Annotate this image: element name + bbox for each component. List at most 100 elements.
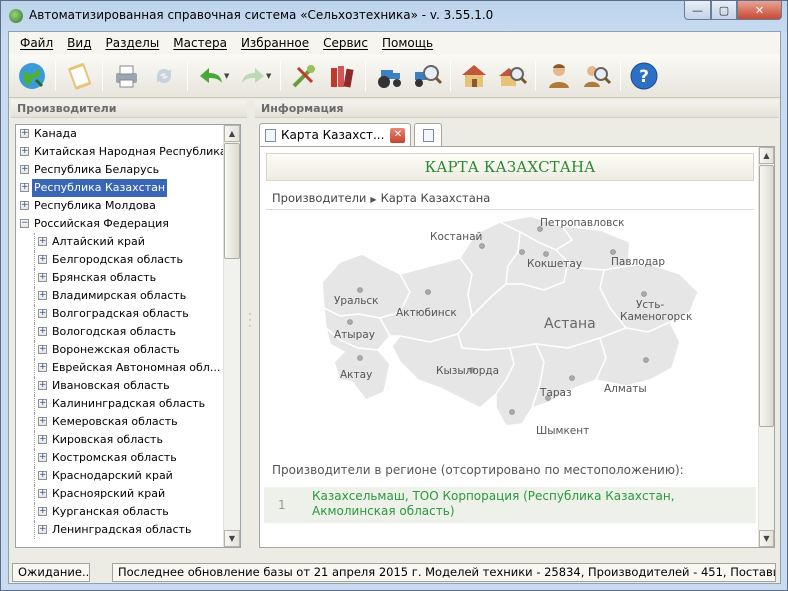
tree-item-label[interactable]: Кемеровская область <box>50 413 180 431</box>
producers-tree[interactable]: + Канада + Китайская Народная Республика + Ре… <box>15 124 241 548</box>
city-pavlodar[interactable]: Павлодар <box>611 256 665 268</box>
tree-item-label[interactable]: Алтайский край <box>50 233 147 251</box>
expand-icon[interactable]: + <box>38 453 47 462</box>
expand-icon[interactable]: + <box>20 147 29 156</box>
maximize-button[interactable]: ▢ <box>711 1 737 20</box>
city-uralsk[interactable]: Уральск <box>334 295 379 307</box>
menu-file[interactable]: Файл <box>13 36 60 50</box>
tree-item-label[interactable]: Волгоградская область <box>50 305 191 323</box>
tree-item-label[interactable]: Брянская область <box>50 269 158 287</box>
tree-item-label[interactable]: Краснодарский край <box>50 467 175 485</box>
collapse-icon[interactable]: − <box>20 219 29 228</box>
tree-item-label[interactable]: Вологодская область <box>50 323 178 341</box>
city-shymkent[interactable]: Шымкент <box>536 425 589 437</box>
printer-icon[interactable] <box>107 58 145 94</box>
title-bar[interactable]: Автоматизированная справочная система «С… <box>1 1 787 31</box>
city-taraz[interactable]: Тараз <box>539 387 572 399</box>
back-dropdown-icon[interactable]: ▼ <box>224 58 232 94</box>
expand-icon[interactable]: + <box>20 165 29 174</box>
tree-item[interactable]: + Краснодарский край <box>16 467 224 485</box>
house-icon[interactable] <box>455 58 493 94</box>
city-almaty[interactable]: Алматы <box>604 383 647 395</box>
expand-icon[interactable]: + <box>38 309 47 318</box>
tree-item-label[interactable]: Республика Молдова <box>32 197 158 215</box>
close-button[interactable]: ✕ <box>737 1 782 20</box>
expand-icon[interactable]: + <box>38 381 47 390</box>
tree-item[interactable]: + Канада <box>16 125 224 143</box>
tree-item[interactable]: + Кемеровская область <box>16 413 224 431</box>
tree-item[interactable]: + Белгородская область <box>16 251 224 269</box>
tree-scrollbar[interactable]: ▲ ▼ <box>223 125 240 547</box>
scroll-down-icon[interactable]: ▼ <box>224 530 240 547</box>
tree-item[interactable]: + Алтайский край <box>16 233 224 251</box>
help-icon[interactable]: ? <box>625 58 663 94</box>
tree-item[interactable]: + Китайская Народная Республика <box>16 143 227 161</box>
books-icon[interactable] <box>323 58 361 94</box>
city-petropavlovsk[interactable]: Петропавловск <box>540 217 625 229</box>
tree-item[interactable]: + Костромская область <box>16 449 224 467</box>
city-ust-kamenogorsk[interactable]: Усть- <box>636 299 664 311</box>
globe-icon[interactable] <box>13 58 51 94</box>
expand-icon[interactable]: + <box>38 507 47 516</box>
tree-item-label[interactable]: Канада <box>32 125 79 143</box>
tree-item-label[interactable]: Республика Казахстан <box>32 179 168 197</box>
breadcrumb-producers[interactable]: Производители <box>272 191 366 205</box>
menu-favorites[interactable]: Избранное <box>234 36 316 50</box>
person-icon[interactable] <box>540 58 578 94</box>
tree-item-label[interactable]: Ивановская область <box>50 377 172 395</box>
tree-item-label[interactable]: Владимирская область <box>50 287 188 305</box>
clipboard-icon[interactable] <box>60 58 98 94</box>
city-kyzylorda[interactable]: Кызылорда <box>436 365 499 377</box>
tree-item[interactable]: + Владимирская область <box>16 287 224 305</box>
tree-item[interactable]: + Брянская область <box>16 269 224 287</box>
expand-icon[interactable]: + <box>38 273 47 282</box>
person-search-icon[interactable] <box>578 58 616 94</box>
tree-item[interactable]: − Российская Федерация <box>16 215 224 233</box>
refresh-icon[interactable] <box>145 58 183 94</box>
content-scrollbar[interactable]: ▲ ▼ <box>758 147 774 547</box>
tree-item-label[interactable]: Кировская область <box>50 431 165 449</box>
expand-icon[interactable]: + <box>20 129 29 138</box>
expand-icon[interactable]: + <box>38 435 47 444</box>
tree-item[interactable]: + Курганская область <box>16 503 224 521</box>
tree-item[interactable]: + Калининградская область <box>16 395 224 413</box>
tree-item[interactable]: + Республика Беларусь <box>16 161 224 179</box>
tree-item[interactable]: + Республика Молдова <box>16 197 224 215</box>
tree-item-label[interactable]: Воронежская область <box>50 341 182 359</box>
tree-item-label[interactable]: Костромская область <box>50 449 179 467</box>
menu-wizards[interactable]: Мастера <box>166 36 234 50</box>
tree-item-label[interactable]: Китайская Народная Республика <box>32 143 229 161</box>
expand-icon[interactable]: + <box>38 489 47 498</box>
scroll-thumb[interactable] <box>759 165 774 427</box>
expand-icon[interactable]: + <box>38 363 47 372</box>
scroll-up-icon[interactable]: ▲ <box>224 125 240 142</box>
city-aktau[interactable]: Актау <box>340 369 372 381</box>
tree-item[interactable]: + Воронежская область <box>16 341 224 359</box>
producer-link[interactable]: Казахсельмаш, ТОО Корпорация (Республика… <box>312 489 742 519</box>
expand-icon[interactable]: + <box>20 201 29 210</box>
tree-item-label[interactable]: Российская Федерация <box>32 215 171 233</box>
new-tab-button[interactable] <box>414 123 443 146</box>
tree-item-label[interactable]: Калининградская область <box>50 395 207 413</box>
menu-view[interactable]: Вид <box>60 36 98 50</box>
tree-item[interactable]: + Волгоградская область <box>16 305 224 323</box>
scroll-thumb[interactable] <box>224 143 240 259</box>
tree-item[interactable]: + Еврейская Автономная обл... <box>16 359 224 377</box>
menu-sections[interactable]: Разделы <box>98 36 166 50</box>
expand-icon[interactable]: + <box>20 183 29 192</box>
panel-splitter[interactable]: · · · <box>248 311 252 332</box>
expand-icon[interactable]: + <box>38 417 47 426</box>
tree-item-label[interactable]: Республика Беларусь <box>32 161 161 179</box>
city-ust-kamenogorsk-line2[interactable]: Каменогорск <box>620 311 692 323</box>
tree-item-label[interactable]: Еврейская Автономная обл... <box>50 359 222 377</box>
machine-search-icon[interactable] <box>408 58 446 94</box>
city-kostanay[interactable]: Костанай <box>430 231 482 243</box>
tree-item-label[interactable]: Курганская область <box>50 503 171 521</box>
expand-icon[interactable]: + <box>38 327 47 336</box>
expand-icon[interactable]: + <box>38 399 47 408</box>
house-search-icon[interactable] <box>493 58 531 94</box>
forward-dropdown-icon[interactable]: ▼ <box>266 58 274 94</box>
city-atyrau[interactable]: Атырау <box>334 329 375 341</box>
scroll-down-icon[interactable]: ▼ <box>759 530 774 547</box>
city-aktyubinsk[interactable]: Актюбинск <box>396 307 457 319</box>
